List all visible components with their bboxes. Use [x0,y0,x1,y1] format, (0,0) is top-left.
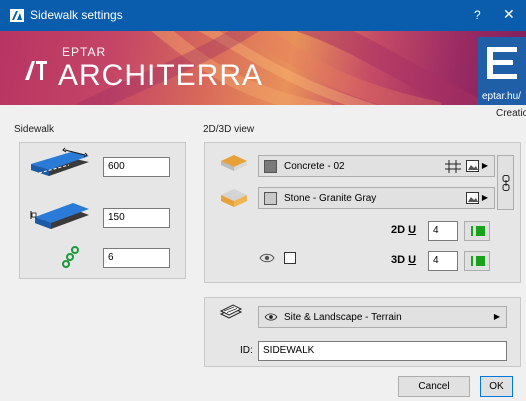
layer-combo[interactable]: Site & Landscape - Terrain ▶ [258,306,507,328]
pen-2d-color-button[interactable] [464,221,490,241]
architerra-icon [10,9,24,22]
title-bar: Sidewalk settings ? ✕ [0,0,526,31]
architerra-logo-icon [25,61,47,80]
pen-3d-label: 3D U [391,254,417,266]
side-surface-icon [221,189,247,207]
chevron-right-icon: ▶ [481,161,488,170]
pen-3d-color-button[interactable] [464,251,490,271]
material-top-label: Concrete - 02 [284,160,345,172]
material-top-combo[interactable]: Concrete - 02 ▶ [258,155,495,177]
hatch-icon [445,160,461,173]
layer-name-label: Site & Landscape - Terrain [284,311,402,323]
eptar-logo: eptar.hu/ [478,37,526,105]
material-side-swatch [264,191,277,205]
texture-icon [466,160,479,172]
brand-banner: EPTAR ARCHITERRA eptar.hu/ [0,31,526,105]
pen-3d-input[interactable]: 4 [428,251,458,271]
help-button[interactable]: ? [474,8,481,22]
ok-button[interactable]: OK [480,376,513,397]
top-surface-icon [221,155,247,171]
link-materials-button[interactable] [497,155,514,210]
sidewalk-section-label: Sidewalk [14,124,55,135]
sidewalk-width-icon [31,147,89,176]
brand-product-name: ARCHITERRA [58,59,264,92]
sidewalk-height-icon [30,203,89,229]
brand-eptar: EPTAR [62,45,107,59]
eye-icon [259,253,275,263]
layer-stack-icon [219,304,243,319]
visibility-checkbox[interactable] [284,252,296,264]
creation-tab-label[interactable]: Creatio [496,108,526,119]
cancel-button[interactable]: Cancel [398,376,470,397]
close-button[interactable]: ✕ [503,6,515,23]
pen-2d-input[interactable]: 4 [428,221,458,241]
window-title: Sidewalk settings [30,8,123,22]
texture-icon [466,192,479,204]
chevron-right-icon: ▶ [493,312,500,321]
material-side-combo[interactable]: Stone - Granite Gray ▶ [258,187,495,209]
eptar-url: eptar.hu/ [482,91,521,102]
sidewalk-height-input[interactable]: 150 [103,208,170,228]
view-section-label: 2D/3D view [203,124,255,135]
chain-link-icon [62,246,79,268]
material-top-swatch [264,159,277,173]
id-label: ID: [240,345,253,356]
chevron-right-icon: ▶ [481,193,488,202]
sidewalk-width-input[interactable]: 600 [103,157,170,177]
material-side-label: Stone - Granite Gray [284,192,377,204]
id-input[interactable]: SIDEWALK [258,341,507,361]
pen-2d-label: 2D U [391,224,417,236]
eye-icon [264,313,278,321]
chain-icon [502,175,510,191]
eptar-e-icon [487,47,517,79]
sidewalk-segments-input[interactable]: 6 [103,248,170,268]
